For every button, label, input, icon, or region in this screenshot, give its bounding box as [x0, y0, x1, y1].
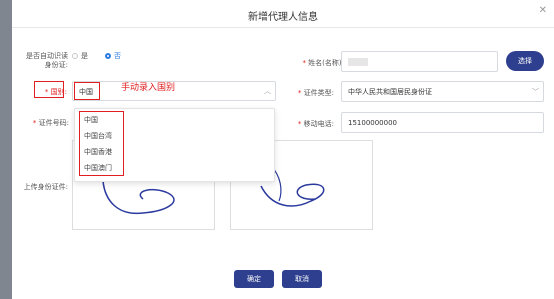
select-button[interactable]: 选择 [506, 51, 544, 71]
header-divider [12, 27, 554, 28]
dropdown-options-highlight [79, 111, 124, 176]
agent-dialog: 新增代理人信息 ✕ 是否自动识读 身份证: 是 否 * 姓名(名称): 选择 *… [12, 0, 554, 299]
id-number-label: * 证件号码: [32, 119, 69, 127]
name-input[interactable] [341, 51, 498, 72]
name-label: * 姓名(名称): [302, 59, 344, 67]
nationality-value-highlight [74, 82, 100, 100]
chevron-down-icon[interactable]: ﹀ [532, 87, 539, 97]
auto-read-label-line1: 是否自动识读 [26, 52, 68, 60]
auto-read-label: 是否自动识读 身份证: [12, 52, 68, 70]
phone-label: * 移动电话: [297, 120, 334, 128]
chevron-up-icon[interactable]: ︿ [264, 86, 271, 96]
radio-yes-label: 是 [81, 52, 88, 60]
id-type-select[interactable]: 中华人民共和国居民身份证 [341, 81, 544, 102]
cancel-button[interactable]: 取消 [282, 270, 322, 288]
confirm-button[interactable]: 确定 [234, 270, 274, 288]
radio-yes[interactable]: 是 [72, 51, 88, 61]
phone-input[interactable]: 15100000000 [341, 112, 544, 133]
close-icon[interactable]: ✕ [539, 5, 547, 16]
name-value-mask [348, 58, 368, 66]
radio-no-icon [105, 53, 111, 59]
radio-no[interactable]: 否 [105, 51, 121, 61]
upload-label: 上传身份证件: [23, 183, 68, 191]
radio-no-label: 否 [114, 52, 121, 60]
auto-read-label-line2: 身份证: [44, 61, 68, 69]
nationality-label-highlight [34, 81, 64, 98]
annotation-text: 手动录入国别 [121, 83, 176, 93]
id-type-value: 中华人民共和国居民身份证 [348, 88, 432, 96]
phone-value: 15100000000 [348, 119, 397, 127]
nationality-dropdown: 中国 中国台湾 中国香港 中国澳门 [74, 108, 275, 182]
dialog-title: 新增代理人信息 [248, 12, 318, 23]
radio-yes-icon [72, 53, 78, 59]
id-type-label: * 证件类型: [297, 89, 334, 97]
